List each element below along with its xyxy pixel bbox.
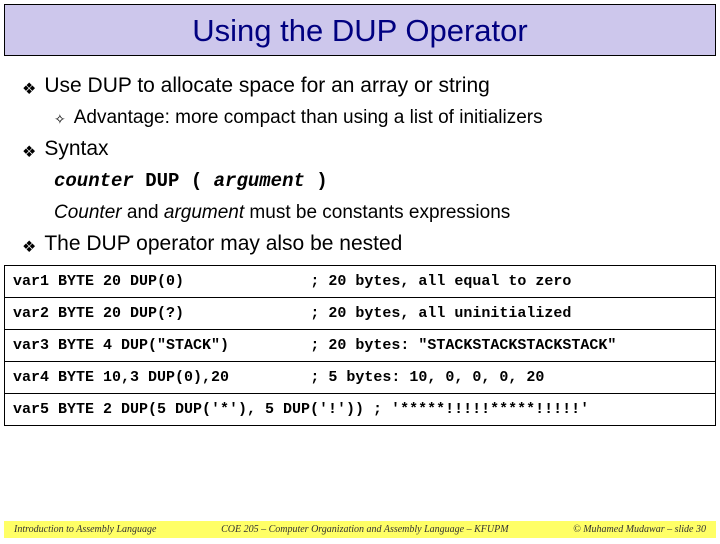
comment-cell: ; 5 bytes: 10, 0, 0, 0, 20 [302, 362, 715, 394]
footer-left: Introduction to Assembly Language [14, 524, 157, 535]
bullet-use-dup: ❖ Use DUP to allocate space for an array… [22, 74, 698, 99]
comment-cell: ; 20 bytes: "STACKSTACKSTACKSTACK" [302, 330, 715, 362]
table-row: var1 BYTE 20 DUP(0) ; 20 bytes, all equa… [5, 266, 716, 298]
footer-center: COE 205 – Computer Organization and Asse… [221, 524, 509, 535]
slide-title: Using the DUP Operator [5, 13, 715, 49]
table-row: var5 BYTE 2 DUP(5 DUP('*'), 5 DUP('!')) … [5, 394, 716, 426]
diamond-icon: ❖ [22, 79, 36, 99]
code-examples-table: var1 BYTE 20 DUP(0) ; 20 bytes, all equa… [4, 265, 716, 426]
note-rest: must be constants expressions [244, 202, 510, 223]
diamond-icon: ✧ [54, 111, 66, 128]
note-and: and [122, 202, 164, 223]
table-row: var4 BYTE 10,3 DUP(0),20 ; 5 bytes: 10, … [5, 362, 716, 394]
code-cell: var4 BYTE 10,3 DUP(0),20 [5, 362, 303, 394]
bullet-text: The DUP operator may also be nested [44, 232, 402, 256]
comment-cell: ; 20 bytes, all uninitialized [302, 298, 715, 330]
diamond-icon: ❖ [22, 142, 36, 162]
table-row: var2 BYTE 20 DUP(?) ; 20 bytes, all unin… [5, 298, 716, 330]
note-counter: Counter [54, 202, 122, 223]
bullet-advantage: ✧ Advantage: more compact than using a l… [54, 107, 698, 129]
bullet-nested: ❖ The DUP operator may also be nested [22, 232, 698, 257]
code-cell: var3 BYTE 4 DUP("STACK") [5, 330, 303, 362]
title-bar: Using the DUP Operator [4, 4, 716, 56]
code-cell: var5 BYTE 2 DUP(5 DUP('*'), 5 DUP('!')) … [5, 394, 716, 426]
syntax-note: Counter and argument must be constants e… [54, 202, 698, 224]
syntax-counter: counter [54, 170, 134, 192]
comment-cell: ; 20 bytes, all equal to zero [302, 266, 715, 298]
diamond-icon: ❖ [22, 237, 36, 257]
syntax-close: ) [305, 170, 328, 192]
code-cell: var2 BYTE 20 DUP(?) [5, 298, 303, 330]
slide-content: ❖ Use DUP to allocate space for an array… [0, 56, 720, 257]
note-argument: argument [164, 202, 244, 223]
syntax-expression: counter DUP ( argument ) [54, 170, 698, 192]
bullet-text: Syntax [44, 137, 108, 161]
footer-right: © Muhamed Mudawar – slide 30 [573, 524, 706, 535]
slide-footer: Introduction to Assembly Language COE 20… [4, 521, 716, 538]
table-row: var3 BYTE 4 DUP("STACK") ; 20 bytes: "ST… [5, 330, 716, 362]
syntax-dup: DUP ( [134, 170, 214, 192]
bullet-text: Use DUP to allocate space for an array o… [44, 74, 489, 98]
syntax-argument: argument [214, 170, 305, 192]
bullet-syntax: ❖ Syntax [22, 137, 698, 162]
code-cell: var1 BYTE 20 DUP(0) [5, 266, 303, 298]
bullet-text: Advantage: more compact than using a lis… [74, 107, 543, 129]
